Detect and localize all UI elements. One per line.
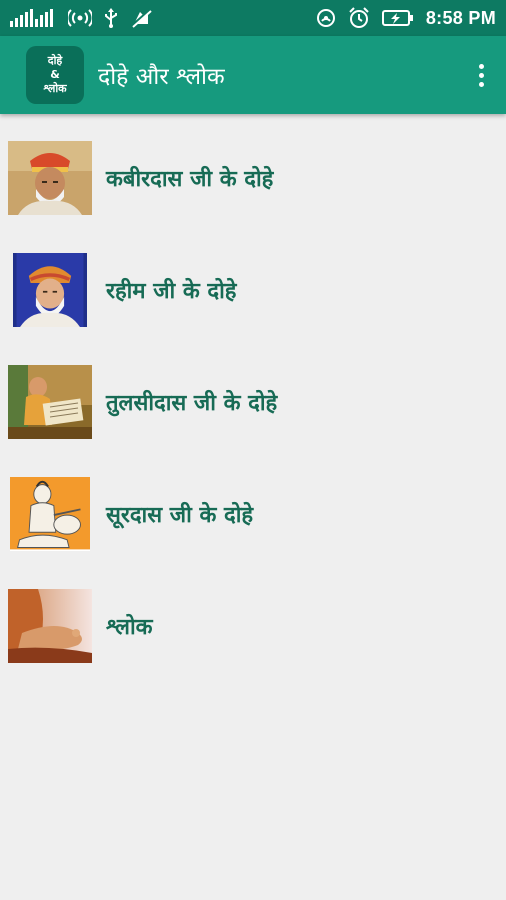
list-item-surdas[interactable]: सूरदास जी के दोहे bbox=[0, 464, 506, 564]
status-right-icons: 8:58 PM bbox=[316, 7, 496, 29]
app-title: दोहे और श्लोक bbox=[98, 64, 225, 90]
more-vertical-icon[interactable] bbox=[456, 36, 506, 114]
list-item-tulsidas[interactable]: तुलसीदास जी के दोहे bbox=[0, 352, 506, 452]
no-notifications-icon bbox=[130, 7, 152, 29]
status-bar: 8:58 PM bbox=[0, 0, 506, 36]
signal-bars-icon bbox=[10, 7, 56, 29]
list-item-label: कबीरदास जी के दोहे bbox=[106, 167, 274, 192]
hotspot-icon bbox=[68, 7, 92, 29]
status-left-icons bbox=[10, 7, 152, 29]
list-item-shlok[interactable]: श्लोक bbox=[0, 576, 506, 676]
surdas-portrait bbox=[8, 477, 92, 551]
nfc-icon bbox=[316, 7, 336, 29]
list-item-label: रहीम जी के दोहे bbox=[106, 279, 237, 304]
list-item-label: श्लोक bbox=[106, 615, 153, 640]
list-item-label: तुलसीदास जी के दोहे bbox=[106, 391, 278, 416]
list-item-rahim[interactable]: रहीम जी के दोहे bbox=[0, 240, 506, 340]
meditation-image bbox=[8, 589, 92, 663]
kabirdas-portrait bbox=[8, 141, 92, 215]
list-item-label: सूरदास जी के दोहे bbox=[106, 503, 254, 528]
tulsidas-portrait bbox=[8, 365, 92, 439]
app-logo: दोहे & श्लोक bbox=[26, 46, 84, 104]
status-time: 8:58 PM bbox=[425, 7, 496, 28]
alarm-icon bbox=[348, 7, 370, 29]
list-item-kabirdas[interactable]: कबीरदास जी के दोहे bbox=[0, 128, 506, 228]
app-logo-line1: दोहे bbox=[47, 54, 63, 67]
app-bar: दोहे & श्लोक दोहे और श्लोक bbox=[0, 36, 506, 114]
battery-charging-icon bbox=[381, 7, 414, 29]
usb-icon bbox=[104, 7, 118, 29]
app-logo-line3: श्लोक bbox=[43, 82, 67, 95]
rahim-portrait bbox=[8, 253, 92, 327]
app-logo-line2: & bbox=[50, 68, 60, 81]
